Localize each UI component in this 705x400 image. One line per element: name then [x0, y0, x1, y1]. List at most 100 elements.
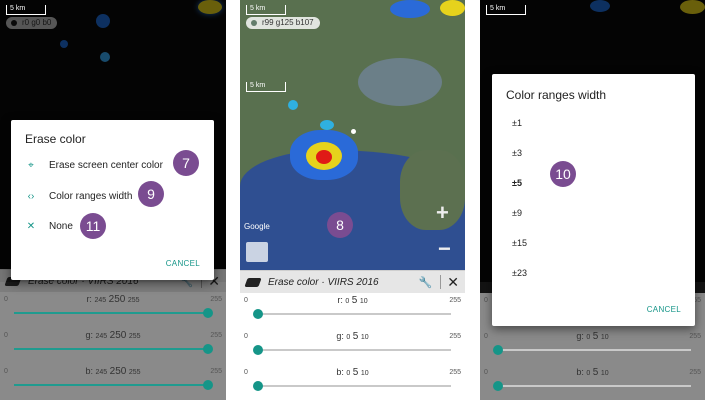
callout-badge: 10	[550, 161, 576, 187]
center-color-swatch	[251, 20, 257, 26]
toolbar-divider	[440, 275, 442, 289]
range-width-option[interactable]: ±3	[512, 148, 522, 158]
slider-thumb[interactable]	[203, 344, 214, 354]
range-low: 0	[586, 370, 591, 377]
slider-fill	[14, 312, 209, 314]
range-width-option[interactable]: ±23	[512, 268, 527, 278]
menu-item-label: Erase screen center color	[49, 160, 163, 171]
center-color-swatch	[11, 20, 17, 26]
menu-item-none[interactable]: ✕ None	[23, 221, 73, 232]
range-value: 5	[352, 367, 359, 378]
slider-fill	[14, 384, 209, 386]
map-scale-bar: 5 km	[486, 5, 526, 15]
slider-thumb[interactable]	[492, 345, 503, 355]
lagoon	[358, 58, 442, 106]
slider-thumb[interactable]	[203, 308, 214, 318]
center-color-chip: r0 g0 b0	[6, 17, 58, 29]
channel-label: r:	[337, 295, 343, 305]
slider-thumb[interactable]	[252, 345, 263, 355]
map-scale-bar: 5 km	[246, 5, 286, 15]
menu-item-erase-center[interactable]: ⌖ Erase screen center color	[23, 160, 163, 171]
channel-label: g:	[336, 331, 344, 341]
range-value: 5	[351, 295, 358, 306]
channel-label: b:	[336, 367, 344, 377]
color-slider-row: 0 255 b: 0 5 10	[240, 365, 465, 400]
channel-label: g:	[85, 330, 93, 340]
screen-center-marker	[351, 129, 356, 134]
google-logo: Google	[244, 222, 270, 231]
range-high: 10	[600, 334, 609, 341]
slider-track[interactable]	[492, 345, 691, 355]
slider-value-label: b: 245 250 255	[0, 366, 226, 377]
zoom-in-button[interactable]: +	[436, 200, 449, 226]
range-value: 5	[592, 331, 599, 342]
range-high: 10	[359, 298, 368, 305]
range-value: 250	[109, 366, 127, 377]
slider-thumb[interactable]	[203, 380, 214, 390]
range-low: 245	[95, 333, 108, 340]
color-slider-row: 0 255 g: 0 5 10	[240, 329, 465, 365]
screen-color-ranges-width: 5 km 0255r: 0 5 100255g: 0 5 100255b: 0 …	[480, 0, 705, 400]
slider-track[interactable]	[14, 308, 214, 318]
range-width-option[interactable]: ±5	[512, 178, 522, 188]
slider-value-label: r: 0 5 10	[240, 295, 465, 306]
layers-icon[interactable]	[246, 242, 268, 262]
channel-label: b:	[85, 366, 93, 376]
satellite-map[interactable]	[240, 0, 465, 270]
color-slider-row: 0 255 r: 245 250 255	[0, 292, 226, 328]
slider-thumb[interactable]	[492, 381, 503, 391]
layer-toolbar: Erase color · VIIRS 2016 🔧 ✕	[240, 270, 465, 294]
color-slider-row: 0255r: 0 5 10	[240, 293, 465, 329]
slider-fill	[14, 348, 209, 350]
map-scale-bar: 5 km	[246, 82, 286, 92]
cancel-button[interactable]: CANCEL	[647, 305, 681, 314]
slider-track[interactable]	[252, 309, 451, 319]
peninsula	[400, 150, 465, 230]
center-color-text: r0 g0 b0	[22, 18, 52, 27]
callout-badge: 11	[80, 213, 106, 239]
crosshair-icon: ⌖	[28, 160, 34, 171]
wrench-icon[interactable]: 🔧	[419, 276, 433, 289]
range-width-option[interactable]: ±1	[512, 118, 522, 128]
range-width-option[interactable]: ±15	[512, 238, 527, 248]
range-high: 255	[128, 369, 141, 376]
range-low: 245	[94, 297, 107, 304]
map-scale-bar: 5 km	[6, 5, 46, 15]
light-spot-core	[316, 150, 332, 164]
slider-value-label: b: 0 5 10	[240, 367, 465, 378]
range-low: 0	[346, 370, 351, 377]
range-value: 250	[109, 330, 127, 341]
slider-thumb[interactable]	[252, 309, 263, 319]
slider-value-label: g: 0 5 10	[480, 331, 705, 342]
light-spot	[320, 120, 334, 130]
rgb-sliders: 0 255 r: 245 250 255 0 255 g: 245 250 255 0 255…	[0, 292, 226, 400]
range-value: 5	[592, 367, 599, 378]
slider-value-label: g: 0 5 10	[240, 331, 465, 342]
menu-item-color-ranges[interactable]: ‹› Color ranges width	[23, 191, 133, 202]
color-ranges-width-dialog: Color ranges width ±1 ±3 ±5 ±9 ±15 ±23 CANCEL	[492, 74, 695, 326]
slider-track[interactable]	[14, 380, 214, 390]
cancel-button[interactable]: CANCEL	[166, 259, 200, 268]
slider-track[interactable]	[492, 381, 691, 391]
range-width-option[interactable]: ±9	[512, 208, 522, 218]
zoom-out-button[interactable]: −	[438, 236, 451, 262]
slider-track[interactable]	[252, 345, 451, 355]
slider-value-label: g: 245 250 255	[0, 330, 226, 341]
range-low: 245	[95, 369, 108, 376]
slider-track[interactable]	[14, 344, 214, 354]
slider-thumb[interactable]	[252, 381, 263, 391]
light-spot	[390, 0, 430, 18]
callout-badge: 8	[327, 212, 353, 238]
range-high: 255	[127, 297, 140, 304]
range-value: 5	[352, 331, 359, 342]
range-high: 10	[360, 334, 369, 341]
close-icon[interactable]: ✕	[447, 275, 459, 289]
code-brackets-icon: ‹›	[27, 191, 35, 202]
screen-map-erased: 5 km 5 km r99 g125 b107 + − Google 8 Era…	[240, 0, 465, 400]
slider-track[interactable]	[252, 381, 451, 391]
channel-label: r:	[86, 294, 92, 304]
color-slider-row: 0 255 b: 0 5 10	[480, 365, 705, 400]
light-spot	[288, 100, 298, 110]
range-high: 255	[128, 333, 141, 340]
range-low: 0	[345, 298, 350, 305]
